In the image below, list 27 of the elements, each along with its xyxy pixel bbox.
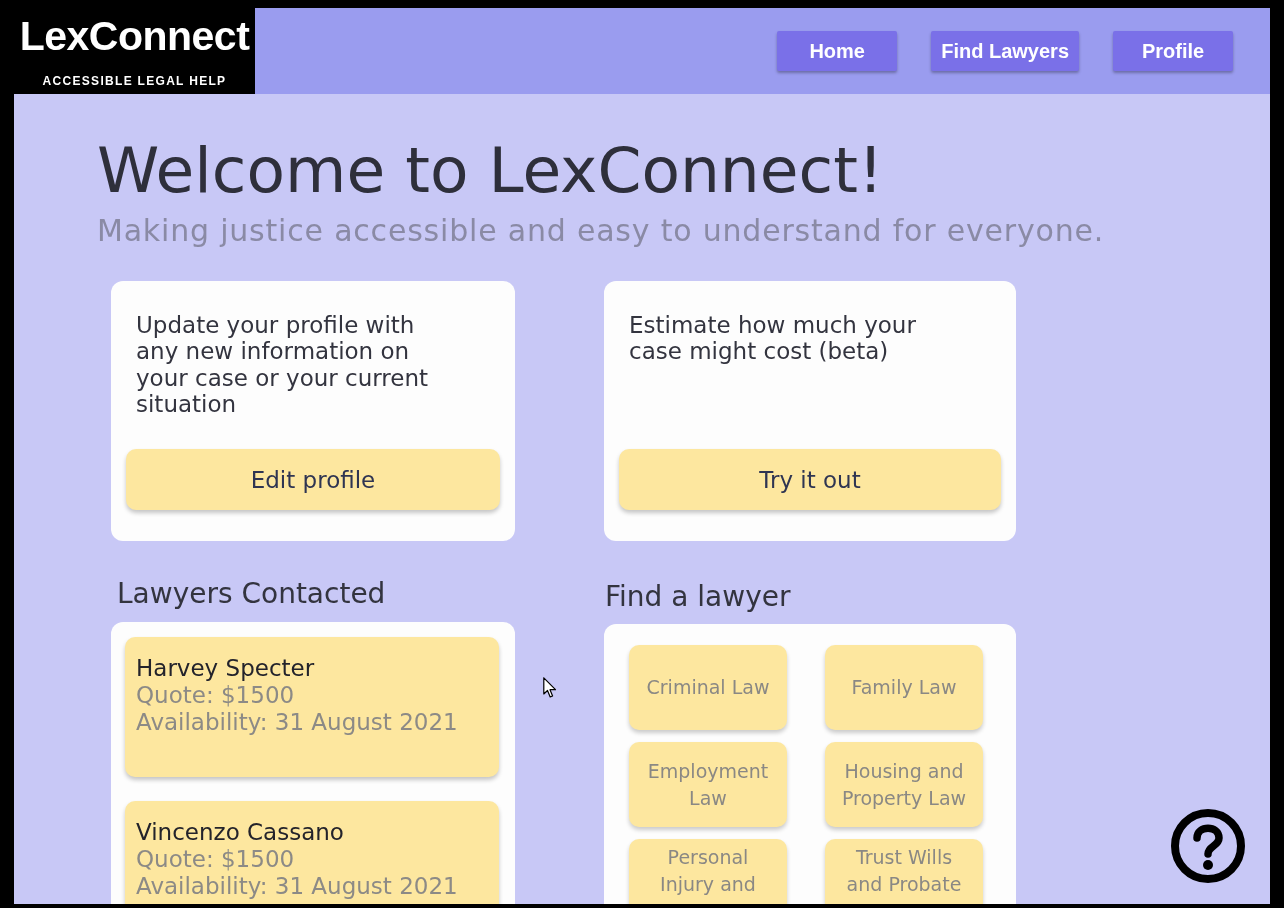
nav-button[interactable]: Profile	[1113, 31, 1233, 71]
category-button[interactable]: Family Law	[825, 645, 983, 730]
logo-wordmark: LexConnect	[19, 12, 250, 61]
category-button[interactable]: Trust Wills and Probate	[825, 839, 983, 904]
action-button[interactable]: Edit profile	[126, 449, 500, 510]
lawyer-availability: Availability: 31 August 2021	[136, 709, 458, 736]
page-subtitle: Making justice accessible and easy to understand for everyone.	[97, 213, 1106, 249]
logo-tagline: ACCESSIBLE LEGAL HELP	[42, 74, 227, 88]
category-button[interactable]: Employment Law	[629, 742, 787, 827]
nav-button[interactable]: Find Lawyers	[931, 31, 1079, 71]
card-description: Update your profile with any new information on your case or your current situation	[136, 312, 430, 418]
lawyer-name: Vincenzo Cassano	[136, 819, 344, 846]
category-button[interactable]: Housing and Property Law	[825, 742, 983, 827]
category-button[interactable]: Criminal Law	[629, 645, 787, 730]
card-description: Estimate how much your case might cost (beta)	[629, 312, 917, 365]
category-button[interactable]: Personal Injury and	[629, 839, 787, 904]
mouse-pointer-icon	[543, 677, 557, 698]
action-button[interactable]: Try it out	[619, 449, 1001, 510]
lawyer-quote: Quote: $1500	[136, 682, 295, 709]
lawyer-availability: Availability: 31 August 2021	[136, 873, 458, 900]
section-heading: Find a lawyer	[605, 580, 791, 614]
help-icon[interactable]	[1170, 808, 1246, 884]
lawyer-name: Harvey Specter	[136, 655, 315, 682]
lawyer-quote: Quote: $1500	[136, 846, 295, 873]
nav-button[interactable]: Home	[777, 31, 898, 71]
section-heading: Lawyers Contacted	[117, 577, 386, 611]
page-title: Welcome to LexConnect!	[97, 135, 885, 207]
